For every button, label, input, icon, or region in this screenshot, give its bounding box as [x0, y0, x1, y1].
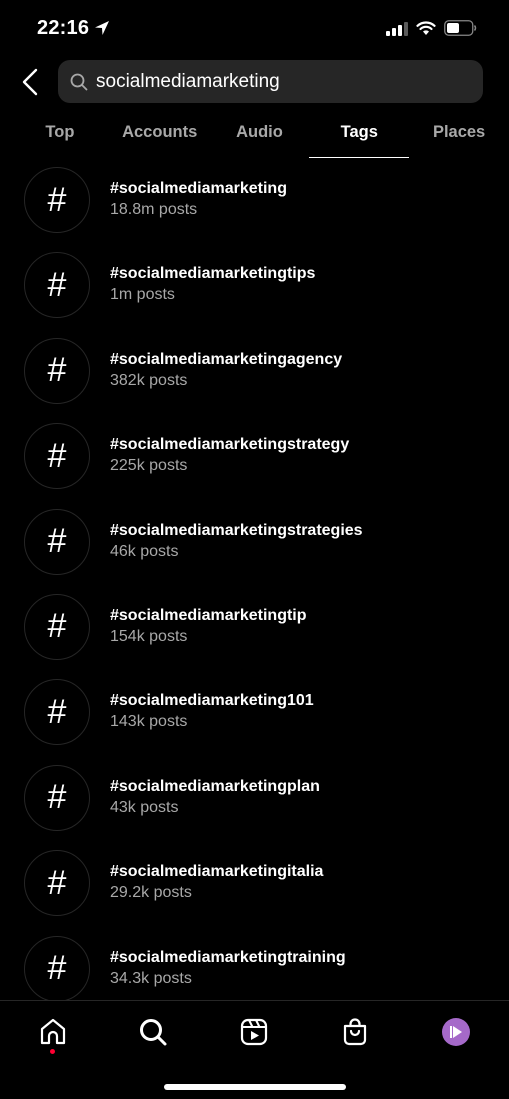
tag-name: #socialmediamarketingtips — [110, 265, 316, 283]
hashtag-icon: # — [24, 508, 90, 575]
post-count: 225k posts — [110, 457, 188, 475]
nav-search[interactable] — [133, 1015, 173, 1049]
notification-dot — [50, 1049, 55, 1054]
tag-name: #socialmediamarketingagency — [110, 350, 343, 368]
tag-name: #socialmediamarketingtraining — [110, 948, 346, 966]
search-input[interactable] — [96, 60, 471, 103]
hashtag-icon: # — [24, 935, 90, 1000]
list-item[interactable]: # #socialmediamarketingstrategies 46k po… — [0, 500, 509, 585]
list-item[interactable]: # #socialmediamarketingtraining 34.3k po… — [0, 927, 509, 1000]
hashtag-icon: # — [24, 252, 90, 319]
nav-reels[interactable] — [234, 1015, 274, 1049]
tag-results-list[interactable]: # #socialmediamarketing 18.8m posts # #s… — [0, 158, 509, 1000]
avatar-logo-icon — [450, 1026, 462, 1038]
list-item[interactable]: # #socialmediamarketing 18.8m posts — [0, 158, 509, 243]
post-count: 1m posts — [110, 286, 175, 304]
hashtag-icon: # — [24, 337, 90, 404]
tag-name: #socialmediamarketingtip — [110, 606, 307, 624]
tag-name: #socialmediamarketing101 — [110, 692, 314, 710]
bottom-nav — [0, 1000, 509, 1099]
search-tabs: Top Accounts Audio Tags Places — [10, 110, 509, 158]
hashtag-icon: # — [24, 167, 90, 233]
magnifier-icon — [70, 73, 88, 91]
status-bar: 22:16 — [0, 0, 509, 58]
back-button[interactable] — [18, 66, 44, 98]
tag-name: #socialmediamarketingitalia — [110, 863, 324, 881]
hashtag-icon: # — [24, 423, 90, 490]
list-item[interactable]: # #socialmediamarketingtip 154k posts — [0, 585, 509, 670]
home-indicator[interactable] — [164, 1084, 346, 1090]
home-icon — [40, 1018, 66, 1045]
nav-home[interactable] — [33, 1015, 73, 1049]
hashtag-icon: # — [24, 764, 90, 831]
search-field[interactable] — [58, 60, 483, 103]
list-item[interactable]: # #socialmediamarketingtips 1m posts — [0, 243, 509, 328]
tag-name: #socialmediamarketingplan — [110, 777, 320, 795]
nav-shop[interactable] — [335, 1015, 375, 1049]
hashtag-icon: # — [24, 679, 90, 746]
tab-accounts[interactable]: Accounts — [110, 110, 210, 158]
post-count: 34.3k posts — [110, 969, 192, 987]
hashtag-icon: # — [24, 850, 90, 917]
cellular-signal-icon — [386, 22, 408, 36]
tag-name: #socialmediamarketingstrategy — [110, 436, 350, 454]
list-item[interactable]: # #socialmediamarketingstrategy 225k pos… — [0, 414, 509, 499]
wifi-icon — [416, 21, 436, 35]
shop-icon — [343, 1018, 367, 1046]
profile-avatar — [442, 1018, 470, 1046]
tag-name: #socialmediamarketingstrategies — [110, 521, 363, 539]
tab-tags[interactable]: Tags — [309, 110, 409, 158]
post-count: 43k posts — [110, 798, 179, 816]
reels-icon — [240, 1018, 268, 1046]
post-count: 143k posts — [110, 713, 188, 731]
hashtag-icon: # — [24, 593, 90, 660]
tag-name: #socialmediamarketing — [110, 180, 287, 197]
status-time: 22:16 — [37, 17, 90, 39]
post-count: 18.8m posts — [110, 201, 198, 218]
search-icon — [140, 1019, 167, 1046]
list-item[interactable]: # #socialmediamarketingagency 382k posts — [0, 329, 509, 414]
tab-audio[interactable]: Audio — [210, 110, 310, 158]
battery-icon — [444, 20, 477, 36]
location-arrow-icon — [95, 21, 109, 35]
post-count: 29.2k posts — [110, 884, 192, 902]
list-item[interactable]: # #socialmediamarketing101 143k posts — [0, 670, 509, 755]
nav-profile[interactable] — [436, 1015, 476, 1049]
tab-top[interactable]: Top — [10, 110, 110, 158]
post-count: 46k posts — [110, 542, 179, 560]
list-item[interactable]: # #socialmediamarketingplan 43k posts — [0, 756, 509, 841]
list-item[interactable]: # #socialmediamarketingitalia 29.2k post… — [0, 841, 509, 926]
tab-places[interactable]: Places — [409, 110, 509, 158]
post-count: 154k posts — [110, 627, 188, 645]
chevron-left-icon — [22, 68, 38, 96]
post-count: 382k posts — [110, 371, 188, 389]
